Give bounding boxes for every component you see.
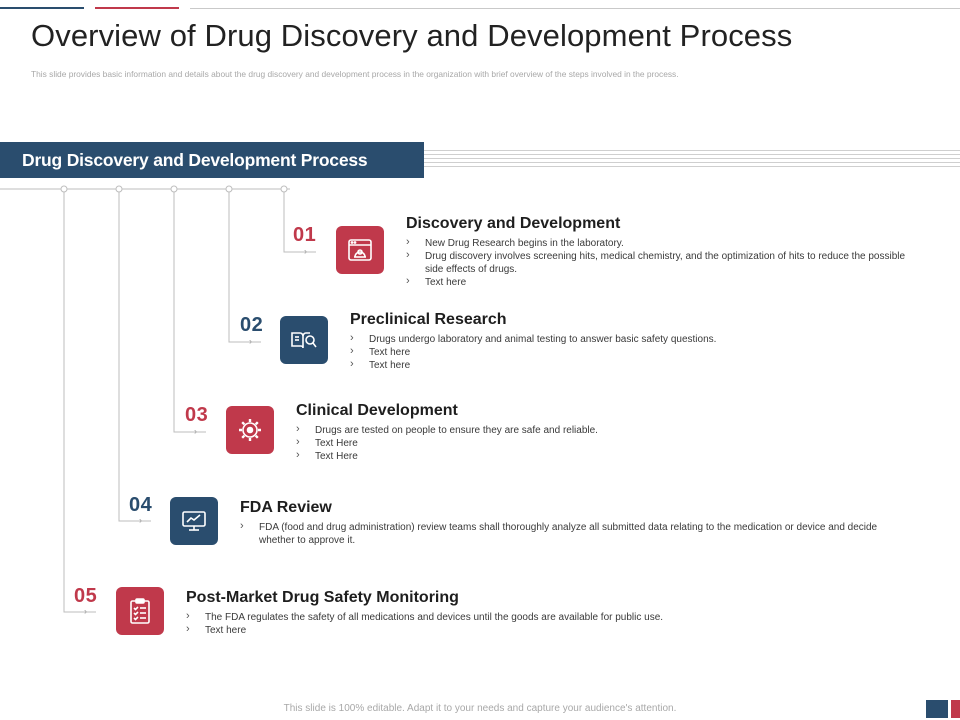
- top-accent-red: [95, 7, 179, 9]
- node-05: [60, 185, 68, 193]
- step-bullets: New Drug Research begins in the laborato…: [406, 236, 916, 289]
- bullet-item: Text here: [406, 275, 916, 289]
- page-subtitle: This slide provides basic information an…: [31, 69, 679, 79]
- bullet-item: Drugs are tested on people to ensure the…: [296, 423, 806, 437]
- top-accent-blue: [0, 7, 84, 9]
- bullet-item: The FDA regulates the safety of all medi…: [186, 610, 786, 624]
- step-number-01: 01: [293, 224, 317, 246]
- chevrons-icon: ››››: [84, 607, 86, 616]
- monitor-chart-icon: [170, 497, 218, 545]
- step-bullets: Drugs undergo laboratory and animal test…: [350, 332, 860, 372]
- connector-03: [173, 189, 206, 433]
- section-banner: Drug Discovery and Development Process: [0, 142, 424, 178]
- step-heading: Preclinical Research: [350, 311, 507, 328]
- step-number-05: 05: [74, 585, 98, 607]
- chevrons-icon: ››››: [139, 516, 141, 525]
- chevrons-icon: ››››: [304, 247, 306, 256]
- step-bullets: Drugs are tested on people to ensure the…: [296, 423, 806, 463]
- page-title: Overview of Drug Discovery and Developme…: [31, 18, 793, 53]
- book-magnifier-icon: [280, 316, 328, 364]
- bullet-item: Text Here: [296, 436, 806, 450]
- connector-04: [118, 189, 151, 522]
- chevrons-icon: ››››: [249, 337, 251, 346]
- bullet-item: Drugs undergo laboratory and animal test…: [350, 332, 860, 346]
- node-04: [115, 185, 123, 193]
- footer-note: This slide is 100% editable. Adapt it to…: [283, 703, 677, 714]
- top-rule: [190, 8, 960, 9]
- node-03: [170, 185, 178, 193]
- bullet-item: New Drug Research begins in the laborato…: [406, 236, 916, 250]
- bullet-item: Drug discovery involves screening hits, …: [406, 249, 916, 276]
- step-heading: FDA Review: [240, 499, 332, 516]
- node-01: [280, 185, 288, 193]
- clipboard-checklist-icon: [116, 587, 164, 635]
- bullet-item: Text here: [186, 623, 786, 637]
- bullet-item: Text here: [350, 345, 860, 359]
- step-heading: Clinical Development: [296, 402, 458, 419]
- gears-icon: [226, 406, 274, 454]
- step-heading: Post-Market Drug Safety Monitoring: [186, 589, 459, 606]
- step-03: Clinical Development Drugs are tested on…: [296, 402, 806, 463]
- corner-accent-red: [951, 700, 960, 718]
- step-01: Discovery and Development New Drug Resea…: [406, 215, 916, 289]
- bullet-item: Text Here: [296, 449, 806, 463]
- bullet-item: Text here: [350, 358, 860, 372]
- step-number-03: 03: [185, 404, 209, 426]
- step-heading: Discovery and Development: [406, 215, 621, 232]
- connector-05: [63, 189, 96, 613]
- step-02: Preclinical Research Drugs undergo labor…: [350, 311, 860, 372]
- bullet-item: FDA (food and drug administration) revie…: [240, 520, 900, 547]
- step-number-04: 04: [129, 494, 153, 516]
- step-number-02: 02: [240, 314, 264, 336]
- step-bullets: The FDA regulates the safety of all medi…: [186, 610, 786, 637]
- corner-accent-blue: [926, 700, 948, 718]
- banner-stripes: [424, 150, 960, 170]
- laboratory-window-icon: [336, 226, 384, 274]
- step-bullets: FDA (food and drug administration) revie…: [240, 520, 900, 547]
- chevrons-icon: ››››: [194, 427, 196, 436]
- step-05: Post-Market Drug Safety Monitoring The F…: [186, 589, 786, 637]
- step-04: FDA Review FDA (food and drug administra…: [240, 499, 900, 547]
- node-02: [225, 185, 233, 193]
